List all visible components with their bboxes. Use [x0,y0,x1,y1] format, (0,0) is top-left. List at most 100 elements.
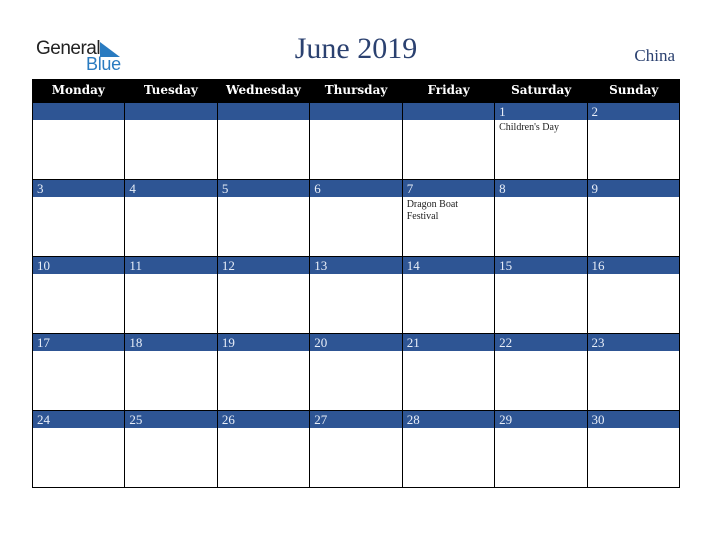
day-number: 1 [495,102,587,120]
day-cell[interactable]: 3 [32,179,125,256]
day-number: 20 [310,333,402,351]
week-row: 17 18 19 20 21 22 23 [32,333,680,410]
weekday-header: Saturday [511,83,572,97]
day-cell[interactable]: 11 [124,256,217,333]
day-cell[interactable]: 16 [586,256,680,333]
day-number: 7 [402,179,495,197]
day-number: 26 [217,410,310,428]
calendar-grid: Monday Tuesday Wednesday Thursday Friday… [32,79,680,488]
day-number: 19 [217,333,310,351]
holiday-label [125,428,203,432]
day-number: 4 [125,179,217,197]
day-number [217,102,310,120]
day-cell[interactable]: 24 [32,410,125,487]
holiday-label [33,428,111,432]
day-number: 22 [495,333,587,351]
weekday-header: Tuesday [143,83,198,97]
day-cell[interactable]: 27 [309,410,402,487]
week-row: 1 Children's Day 2 [32,102,680,179]
day-cell[interactable]: 13 [309,256,402,333]
day-number: 13 [310,256,402,274]
weekday-header: Wednesday [226,83,301,97]
holiday-label [218,428,296,432]
day-cell[interactable]: 25 [124,410,217,487]
day-cell[interactable]: 4 [124,179,217,256]
holiday-label [125,351,203,355]
weekday-header: Sunday [609,83,659,97]
calendar-bottom-border [32,487,680,488]
weekday-header: Thursday [324,83,388,97]
holiday-label [588,428,666,432]
holiday-label [125,197,203,201]
holiday-label [33,274,111,278]
country-label: China [634,46,675,65]
holiday-label [125,274,203,278]
day-cell[interactable]: 14 [401,256,495,333]
holiday-label [495,351,573,355]
weekday-header-row: Monday Tuesday Wednesday Thursday Friday… [32,79,680,102]
day-cell[interactable]: 12 [216,256,310,333]
day-number: 5 [217,179,310,197]
day-cell[interactable]: 5 [216,179,310,256]
holiday-label [310,428,388,432]
holiday-label [218,120,296,124]
day-cell[interactable] [401,102,495,179]
day-number: 21 [402,333,495,351]
day-number: 29 [495,410,587,428]
day-cell[interactable]: 28 [401,410,495,487]
day-cell[interactable]: 26 [216,410,310,487]
week-row: 24 25 26 27 28 29 30 [32,410,680,487]
day-number [310,102,402,120]
holiday-label [218,197,296,201]
holiday-label [495,428,573,432]
day-number: 6 [310,179,402,197]
holiday-label [33,120,111,124]
day-cell[interactable]: 18 [124,333,217,410]
day-number: 27 [310,410,402,428]
week-row: 10 11 12 13 14 15 16 [32,256,680,333]
holiday-label [218,351,296,355]
holiday-label [403,274,481,278]
day-cell[interactable] [124,102,217,179]
day-cell[interactable]: 8 [494,179,587,256]
day-cell[interactable]: 6 [309,179,402,256]
holiday-label [33,197,111,201]
page-title: June 2019 [294,32,418,65]
day-number: 24 [33,410,125,428]
day-number: 18 [125,333,217,351]
day-number: 28 [402,410,495,428]
day-cell[interactable]: 15 [494,256,587,333]
day-cell[interactable]: 22 [494,333,587,410]
holiday-label [33,351,111,355]
holiday-label [218,274,296,278]
day-number: 25 [125,410,217,428]
day-cell[interactable]: 2 [586,102,680,179]
holiday-label [403,120,481,124]
day-cell[interactable]: 19 [216,333,310,410]
day-number: 23 [587,333,679,351]
day-number: 3 [33,179,125,197]
day-cell[interactable]: 17 [32,333,125,410]
week-row: 3 4 5 6 7 Dragon Boat Festival 8 9 [32,179,680,256]
day-number: 16 [587,256,679,274]
day-cell[interactable] [309,102,402,179]
holiday-label [310,197,388,201]
day-cell[interactable]: 21 [401,333,495,410]
day-cell[interactable]: 30 [586,410,680,487]
day-number: 9 [587,179,679,197]
day-cell[interactable]: 7 Dragon Boat Festival [401,179,495,256]
holiday-label [495,197,573,201]
weekday-header: Monday [51,83,105,97]
holiday-label [310,274,388,278]
day-cell[interactable]: 1 Children's Day [494,102,587,179]
day-cell[interactable] [216,102,310,179]
holiday-label: Children's Day [499,122,559,133]
day-cell[interactable]: 23 [586,333,680,410]
holiday-label [403,351,481,355]
day-cell[interactable]: 10 [32,256,125,333]
holiday-label [588,120,666,124]
day-cell[interactable]: 20 [309,333,402,410]
day-cell[interactable]: 29 [494,410,587,487]
day-cell[interactable]: 9 [586,179,680,256]
day-cell[interactable] [32,102,125,179]
